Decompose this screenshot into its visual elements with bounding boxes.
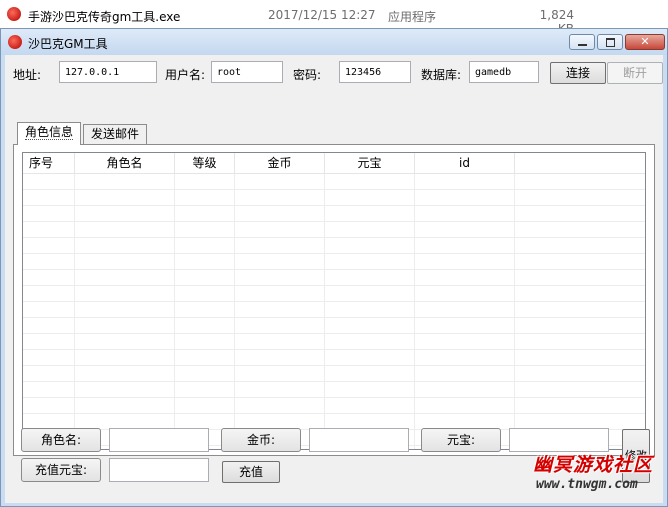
- role-name-label: 角色名:: [21, 428, 101, 452]
- grid-divider: [234, 174, 235, 449]
- password-field[interactable]: 123456: [339, 61, 411, 83]
- tab-role-info-label: 角色信息: [24, 125, 73, 140]
- address-label: 地址:: [13, 68, 42, 82]
- window-client-area: 地址: 127.0.0.1 用户名: root 密码: 123456 数据库: …: [5, 55, 663, 503]
- grid-divider: [414, 174, 415, 449]
- window-title: 沙巴克GM工具: [28, 37, 108, 51]
- gold-label: 金币:: [221, 428, 301, 452]
- yuanbao-field[interactable]: [509, 428, 609, 452]
- username-label: 用户名:: [165, 68, 206, 82]
- list-grid-rows: [23, 174, 645, 449]
- password-label: 密码:: [293, 68, 322, 82]
- yuanbao-label: 元宝:: [421, 428, 501, 452]
- tab-send-mail-label: 发送邮件: [90, 127, 139, 141]
- app-bird-icon: [7, 7, 21, 21]
- column-header-role-name[interactable]: 角色名: [75, 153, 175, 173]
- grid-divider: [74, 174, 75, 449]
- column-header-level[interactable]: 等级: [175, 153, 235, 173]
- gold-field[interactable]: [309, 428, 409, 452]
- file-name: 手游沙巴克传奇gm工具.exe: [28, 10, 181, 24]
- list-header: 序号 角色名 等级 金币 元宝 id: [23, 153, 645, 174]
- close-icon: ✕: [640, 35, 650, 48]
- connect-button[interactable]: 连接: [550, 62, 606, 84]
- column-header-index[interactable]: 序号: [23, 153, 75, 173]
- close-button[interactable]: ✕: [625, 34, 665, 50]
- role-info-panel: 序号 角色名 等级 金币 元宝 id: [13, 144, 655, 456]
- grid-divider: [174, 174, 175, 449]
- title-bar[interactable]: 沙巴克GM工具 ✕: [1, 29, 667, 55]
- watermark-logo-text: 幽冥游戏社区: [533, 454, 654, 476]
- address-field[interactable]: 127.0.0.1: [59, 61, 157, 83]
- minimize-icon: [570, 35, 594, 49]
- tab-role-info[interactable]: 角色信息: [17, 122, 81, 145]
- database-field[interactable]: gamedb: [469, 61, 539, 83]
- disconnect-button[interactable]: 断开: [607, 62, 663, 84]
- maximize-icon: [598, 35, 622, 49]
- watermark-url: www.tnwgm.com: [536, 477, 638, 492]
- role-list-view[interactable]: 序号 角色名 等级 金币 元宝 id: [22, 152, 646, 450]
- recharge-yuanbao-field[interactable]: [109, 458, 209, 482]
- grid-divider: [324, 174, 325, 449]
- gm-tool-window: 沙巴克GM工具 ✕ 地址: 127.0.0.1 用户名: root 密码: 12…: [0, 28, 668, 507]
- file-date: 2017/12/15 12:27: [268, 8, 376, 22]
- username-field[interactable]: root: [211, 61, 283, 83]
- app-bird-icon: [8, 35, 22, 49]
- column-header-yuanbao[interactable]: 元宝: [325, 153, 415, 173]
- maximize-button[interactable]: [597, 34, 623, 50]
- tab-send-mail[interactable]: 发送邮件: [83, 124, 147, 145]
- file-type: 应用程序: [388, 10, 437, 24]
- recharge-button[interactable]: 充值: [222, 461, 280, 483]
- column-header-gold[interactable]: 金币: [235, 153, 325, 173]
- recharge-yuanbao-label: 充值元宝:: [21, 458, 101, 482]
- column-header-id[interactable]: id: [415, 153, 515, 173]
- minimize-button[interactable]: [569, 34, 595, 50]
- database-label: 数据库:: [421, 68, 462, 82]
- grid-divider: [514, 174, 515, 449]
- role-name-field[interactable]: [109, 428, 209, 452]
- file-list-row[interactable]: 手游沙巴克传奇gm工具.exe 2017/12/15 12:27 应用程序 1,…: [0, 0, 668, 36]
